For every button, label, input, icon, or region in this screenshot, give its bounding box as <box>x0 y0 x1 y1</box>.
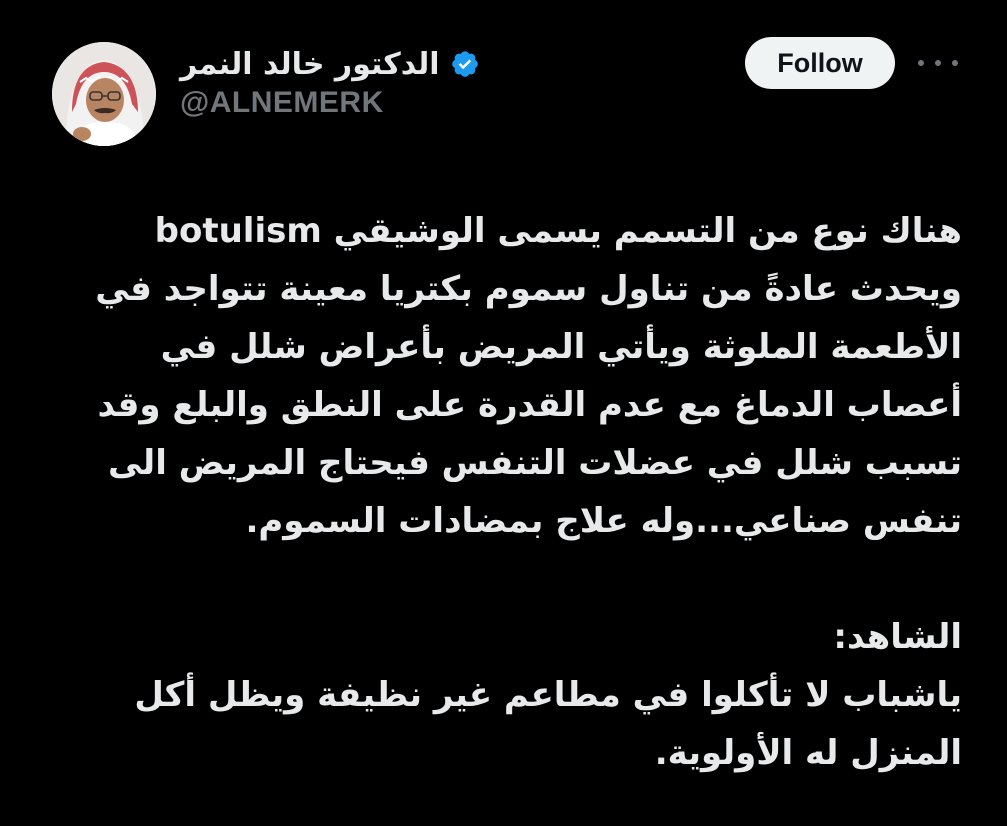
author-handle[interactable]: @ALNEMERK <box>180 86 384 120</box>
profile-photo <box>52 42 156 146</box>
display-name[interactable]: الدكتور خالد النمر <box>180 47 440 82</box>
tweet-line: تنفس صناعي...وله علاج بمضادات السموم. <box>245 501 962 541</box>
tweet-line: ياشباب لا تأكلوا في مطاعم غير نظيفة ويظل… <box>134 675 962 715</box>
avatar[interactable] <box>52 42 156 146</box>
dot <box>918 60 924 66</box>
tweet-line: أعصاب الدماغ مع عدم القدرة على النطق وال… <box>97 385 963 425</box>
tweet-line: ويحدث عادةً من تناول سموم بكتريا معينة ت… <box>95 269 962 309</box>
tweet-line: تسبب شلل في عضلات التنفس فيحتاج المريض ا… <box>108 443 962 483</box>
tweet-line: هناك نوع من التسمم يسمى الوشيقي botulism <box>154 211 962 251</box>
follow-button[interactable]: Follow <box>745 37 895 89</box>
tweet-line: المنزل له الأولوية. <box>654 733 962 773</box>
dot <box>935 60 941 66</box>
verified-badge-icon <box>451 51 478 77</box>
ellipsis-icon[interactable] <box>918 50 958 76</box>
tweet-line: الأطعمة الملوثة ويأتي المريض بأعراض شلل … <box>160 327 962 367</box>
author-name-row[interactable]: الدكتور خالد النمر <box>180 40 480 88</box>
dot <box>952 60 958 66</box>
tweet-line: الشاهد: <box>833 617 962 657</box>
tweet-text: هناك نوع من التسمم يسمى الوشيقي botulism… <box>37 202 962 782</box>
